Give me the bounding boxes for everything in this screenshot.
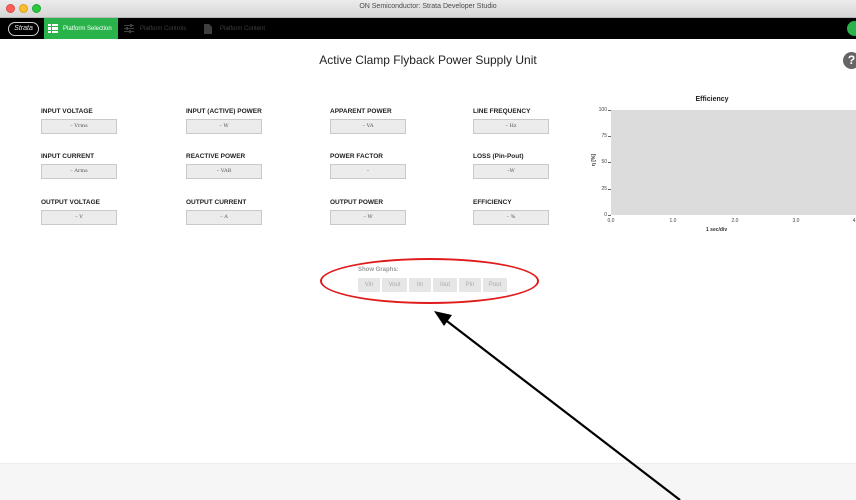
- metric-label: INPUT (ACTIVE) POWER: [186, 108, 262, 115]
- metric-value: – %: [473, 210, 549, 225]
- metric-reactive-power: REACTIVE POWER – VAR: [186, 153, 306, 179]
- metric-output-power: OUTPUT POWER – W: [330, 199, 450, 225]
- footer-area: [0, 463, 856, 500]
- metric-value: – Hz: [473, 119, 549, 134]
- metric-apparent-power: APPARENT POWER – VA: [330, 108, 450, 134]
- x-tick-label: 2.0: [731, 218, 739, 224]
- metric-value: – A: [186, 210, 262, 225]
- tab-platform-content[interactable]: Platform Content: [204, 18, 265, 39]
- y-axis-label: η [%]: [591, 153, 598, 167]
- tab-platform-controls[interactable]: Platform Controls: [124, 18, 186, 39]
- metric-label: OUTPUT CURRENT: [186, 199, 247, 206]
- metric-output-voltage: OUTPUT VOLTAGE – V: [41, 199, 161, 225]
- metric-output-current: OUTPUT CURRENT – A: [186, 199, 306, 225]
- y-tick-label: 25: [601, 186, 607, 192]
- metric-value: –: [330, 164, 406, 179]
- chart-title: Efficiency: [695, 96, 729, 103]
- y-tick-mark: [608, 189, 611, 190]
- metric-label: OUTPUT POWER: [330, 199, 384, 206]
- y-tick-label: 100: [598, 107, 607, 113]
- page-title: Active Clamp Flyback Power Supply Unit: [319, 53, 537, 67]
- x-axis-label: 1 sec/div: [706, 227, 728, 233]
- metric-label: LINE FREQUENCY: [473, 108, 531, 115]
- x-tick-label: 4: [852, 218, 856, 224]
- tab-label: Platform Controls: [140, 25, 187, 32]
- metric-power-factor: POWER FACTOR –: [330, 153, 450, 179]
- highlight-ellipse: [320, 258, 539, 304]
- strata-logo: Strata: [8, 22, 39, 36]
- metric-label: POWER FACTOR: [330, 153, 383, 160]
- metric-label: LOSS (Pin-Pout): [473, 153, 524, 160]
- metric-input-current: INPUT CURRENT – Arms: [41, 153, 161, 179]
- metric-input-active-power: INPUT (ACTIVE) POWER – W: [186, 108, 306, 134]
- metric-line-frequency: LINE FREQUENCY – Hz: [473, 108, 593, 134]
- metric-label: APPARENT POWER: [330, 108, 392, 115]
- x-tick-label: 0.0: [607, 218, 615, 224]
- efficiency-chart: Efficiency 100 75 50 25 0 0.0 1.0 2.0 3.…: [578, 95, 856, 240]
- metric-label: INPUT CURRENT: [41, 153, 95, 160]
- metric-loss: LOSS (Pin-Pout) –W: [473, 153, 593, 179]
- metric-label: INPUT VOLTAGE: [41, 108, 93, 115]
- metric-input-voltage: INPUT VOLTAGE – Vrms: [41, 108, 161, 134]
- y-tick-mark: [608, 162, 611, 163]
- metric-label: EFFICIENCY: [473, 199, 512, 206]
- metric-efficiency: EFFICIENCY – %: [473, 199, 593, 225]
- y-tick-mark: [608, 110, 611, 111]
- metric-value: – VA: [330, 119, 406, 134]
- metric-value: – VAR: [186, 164, 262, 179]
- x-tick-label: 3.0: [792, 218, 800, 224]
- window-titlebar: ON Semiconductor: Strata Developer Studi…: [0, 0, 856, 18]
- metric-label: REACTIVE POWER: [186, 153, 246, 160]
- metric-value: – Vrms: [41, 119, 117, 134]
- metric-value: – W: [186, 119, 262, 134]
- metric-label: OUTPUT VOLTAGE: [41, 199, 100, 206]
- metric-value: – V: [41, 210, 117, 225]
- metric-value: – W: [330, 210, 406, 225]
- y-tick-mark: [608, 215, 611, 216]
- metric-value: –W: [473, 164, 549, 179]
- app-window: ON Semiconductor: Strata Developer Studi…: [0, 0, 856, 500]
- metric-value: – Arms: [41, 164, 117, 179]
- y-tick-label: 75: [601, 133, 607, 139]
- document-icon: [204, 24, 214, 34]
- annotation-arrow: [434, 311, 681, 500]
- connection-status-indicator[interactable]: [847, 21, 856, 36]
- list-icon: [48, 23, 58, 34]
- tab-label: Platform Selection: [63, 25, 112, 32]
- help-icon[interactable]: ?: [843, 52, 856, 69]
- window-title: ON Semiconductor: Strata Developer Studi…: [359, 3, 497, 10]
- tab-label: Platform Content: [220, 25, 266, 32]
- chart-plot-area: [611, 110, 856, 215]
- tab-platform-selection[interactable]: Platform Selection: [44, 18, 118, 39]
- x-tick-label: 1.0: [669, 218, 677, 224]
- app-navbar: Strata Platform Selection Platform Contr…: [0, 18, 856, 39]
- sliders-icon: [124, 24, 134, 33]
- y-tick-mark: [608, 136, 611, 137]
